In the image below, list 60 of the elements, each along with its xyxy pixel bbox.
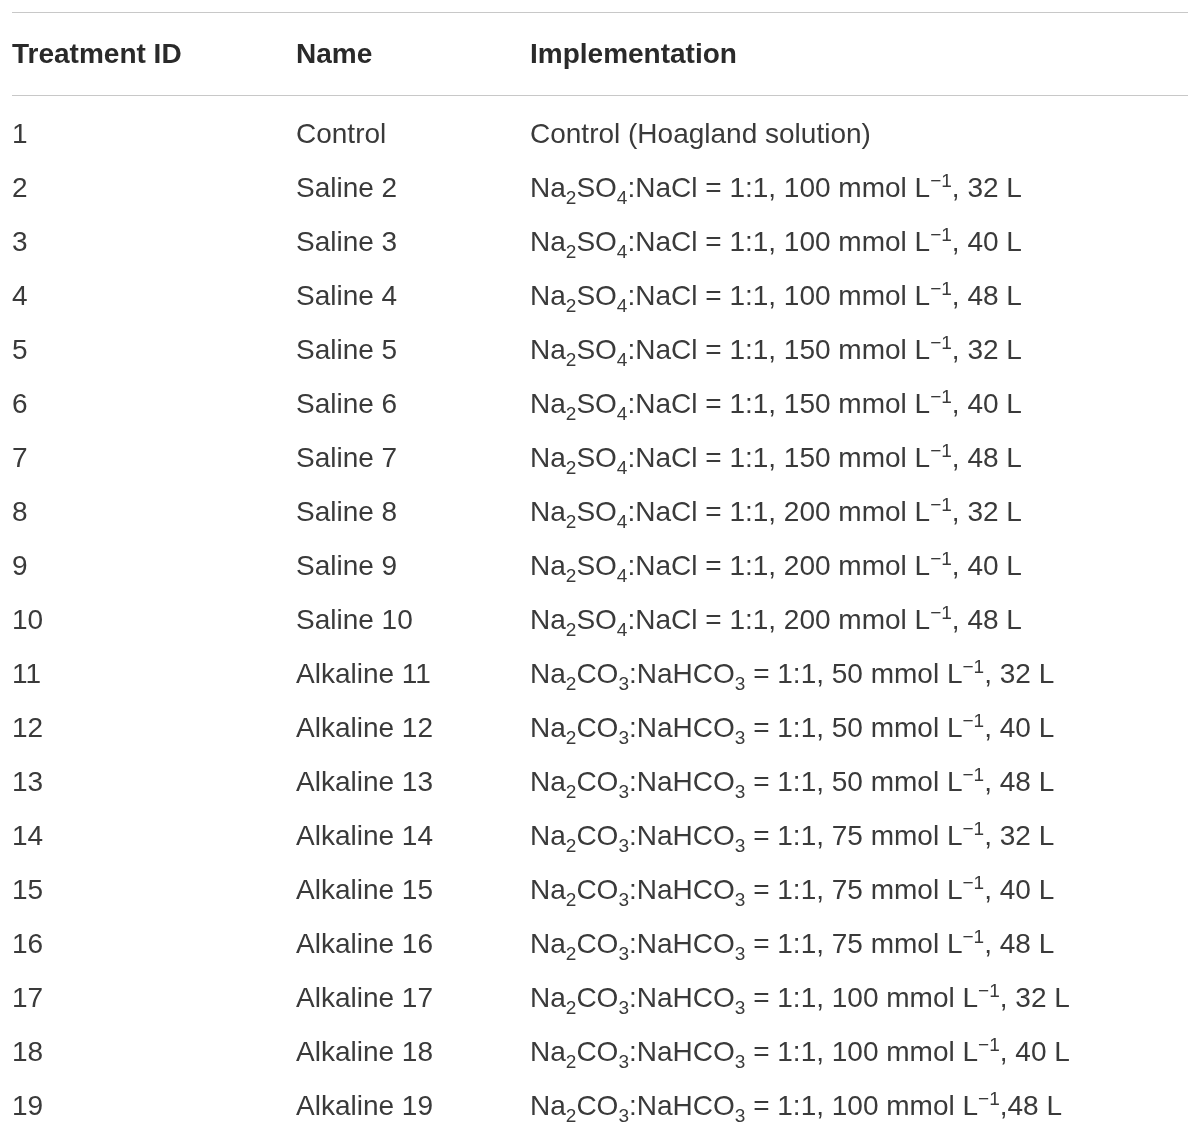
table-cell: Na$_{2}$CO$_{3}$:NaHCO$_{3}$ = 1:1, 50 mmol L$^{−1}$, 32 L xyxy=(530,658,1055,690)
table-cell: Alkaline 18 xyxy=(296,1036,433,1068)
table-cell: 13 xyxy=(12,766,44,798)
table-cell: 12 xyxy=(12,712,44,744)
table-cell: Na$_{2}$CO$_{3}$:NaHCO$_{3}$ = 1:1, 75 mmol L$^{−1}$, 48 L xyxy=(530,928,1055,960)
column-header: Implementation xyxy=(530,38,737,70)
column-header: Treatment ID xyxy=(12,38,182,70)
table-cell: 14 xyxy=(12,820,44,852)
table-cell: 10 xyxy=(12,604,44,636)
table-cell: Na$_{2}$SO$_{4}$:NaCl = 1:1, 200 mmol L$^{−1}$, 48 L xyxy=(530,604,1022,636)
table-cell: 11 xyxy=(12,658,42,690)
table-cell: Na$_{2}$CO$_{3}$:NaHCO$_{3}$ = 1:1, 75 mmol L$^{−1}$, 40 L xyxy=(530,874,1055,906)
table-cell: Saline 2 xyxy=(296,172,398,204)
table-cell: 1 xyxy=(12,118,28,150)
table-cell: Saline 10 xyxy=(296,604,413,636)
table-cell: 9 xyxy=(12,550,28,582)
table-cell: Na$_{2}$CO$_{3}$:NaHCO$_{3}$ = 1:1, 75 mmol L$^{−1}$, 32 L xyxy=(530,820,1055,852)
table-cell: Na$_{2}$SO$_{4}$:NaCl = 1:1, 150 mmol L$^{−1}$, 48 L xyxy=(530,442,1022,474)
table-cell: Na$_{2}$SO$_{4}$:NaCl = 1:1, 150 mmol L$^{−1}$, 32 L xyxy=(530,334,1022,366)
table-cell: Na$_{2}$CO$_{3}$:NaHCO$_{3}$ = 1:1, 100 mmol L$^{−1}$, 32 L xyxy=(530,982,1070,1014)
table-cell: Alkaline 11 xyxy=(296,658,431,690)
table-cell: Saline 4 xyxy=(296,280,398,312)
table-cell: 18 xyxy=(12,1036,44,1068)
table-cell: Saline 8 xyxy=(296,496,398,528)
column-header: Name xyxy=(296,38,373,70)
table-cell: Control xyxy=(296,118,387,150)
table-cell: 2 xyxy=(12,172,28,204)
table-cell: Na$_{2}$CO$_{3}$:NaHCO$_{3}$ = 1:1, 100 mmol L$^{−1}$,48 L xyxy=(530,1090,1063,1122)
table-cell: Alkaline 19 xyxy=(296,1090,433,1122)
table-cell: Saline 9 xyxy=(296,550,398,582)
table-cell: Alkaline 16 xyxy=(296,928,433,960)
table-cell: Na$_{2}$SO$_{4}$:NaCl = 1:1, 100 mmol L$^{−1}$, 48 L xyxy=(530,280,1022,312)
table-cell: 5 xyxy=(12,334,28,366)
table-cell: Na$_{2}$CO$_{3}$:NaHCO$_{3}$ = 1:1, 50 mmol L$^{−1}$, 48 L xyxy=(530,766,1055,798)
table-cell: 7 xyxy=(12,442,28,474)
table-cell: Na$_{2}$SO$_{4}$:NaCl = 1:1, 200 mmol L$^{−1}$, 32 L xyxy=(530,496,1022,528)
table-cell: Saline 3 xyxy=(296,226,398,258)
table-cell: 17 xyxy=(12,982,44,1014)
table-cell: 6 xyxy=(12,388,28,420)
table-cell: 4 xyxy=(12,280,28,312)
table-cell: Na$_{2}$CO$_{3}$:NaHCO$_{3}$ = 1:1, 50 mmol L$^{−1}$, 40 L xyxy=(530,712,1055,744)
table-cell: Alkaline 15 xyxy=(296,874,433,906)
table-cell: Saline 6 xyxy=(296,388,398,420)
table-cell: Na$_{2}$SO$_{4}$:NaCl = 1:1, 200 mmol L$^{−1}$, 40 L xyxy=(530,550,1022,582)
table-cell: Na$_{2}$SO$_{4}$:NaCl = 1:1, 150 mmol L$^{−1}$, 40 L xyxy=(530,388,1022,420)
table-cell: Na$_{2}$CO$_{3}$:NaHCO$_{3}$ = 1:1, 100 mmol L$^{−1}$, 40 L xyxy=(530,1036,1070,1068)
table-cell: Alkaline 14 xyxy=(296,820,433,852)
table-cell: Alkaline 13 xyxy=(296,766,433,798)
table-cell: 16 xyxy=(12,928,44,960)
table-cell: Na$_{2}$SO$_{4}$:NaCl = 1:1, 100 mmol L$^{−1}$, 40 L xyxy=(530,226,1022,258)
table-cell: Na$_{2}$SO$_{4}$:NaCl = 1:1, 100 mmol L$^{−1}$, 32 L xyxy=(530,172,1022,204)
table-cell: Alkaline 17 xyxy=(296,982,433,1014)
table-cell: Saline 7 xyxy=(296,442,398,474)
table-cell: 3 xyxy=(12,226,28,258)
table-cell: 19 xyxy=(12,1090,44,1122)
table-cell: Saline 5 xyxy=(296,334,398,366)
table-cell: Alkaline 12 xyxy=(296,712,433,744)
table-cell: 15 xyxy=(12,874,44,906)
table-cell: 8 xyxy=(12,496,28,528)
table-cell: Control (Hoagland solution) xyxy=(530,118,871,150)
